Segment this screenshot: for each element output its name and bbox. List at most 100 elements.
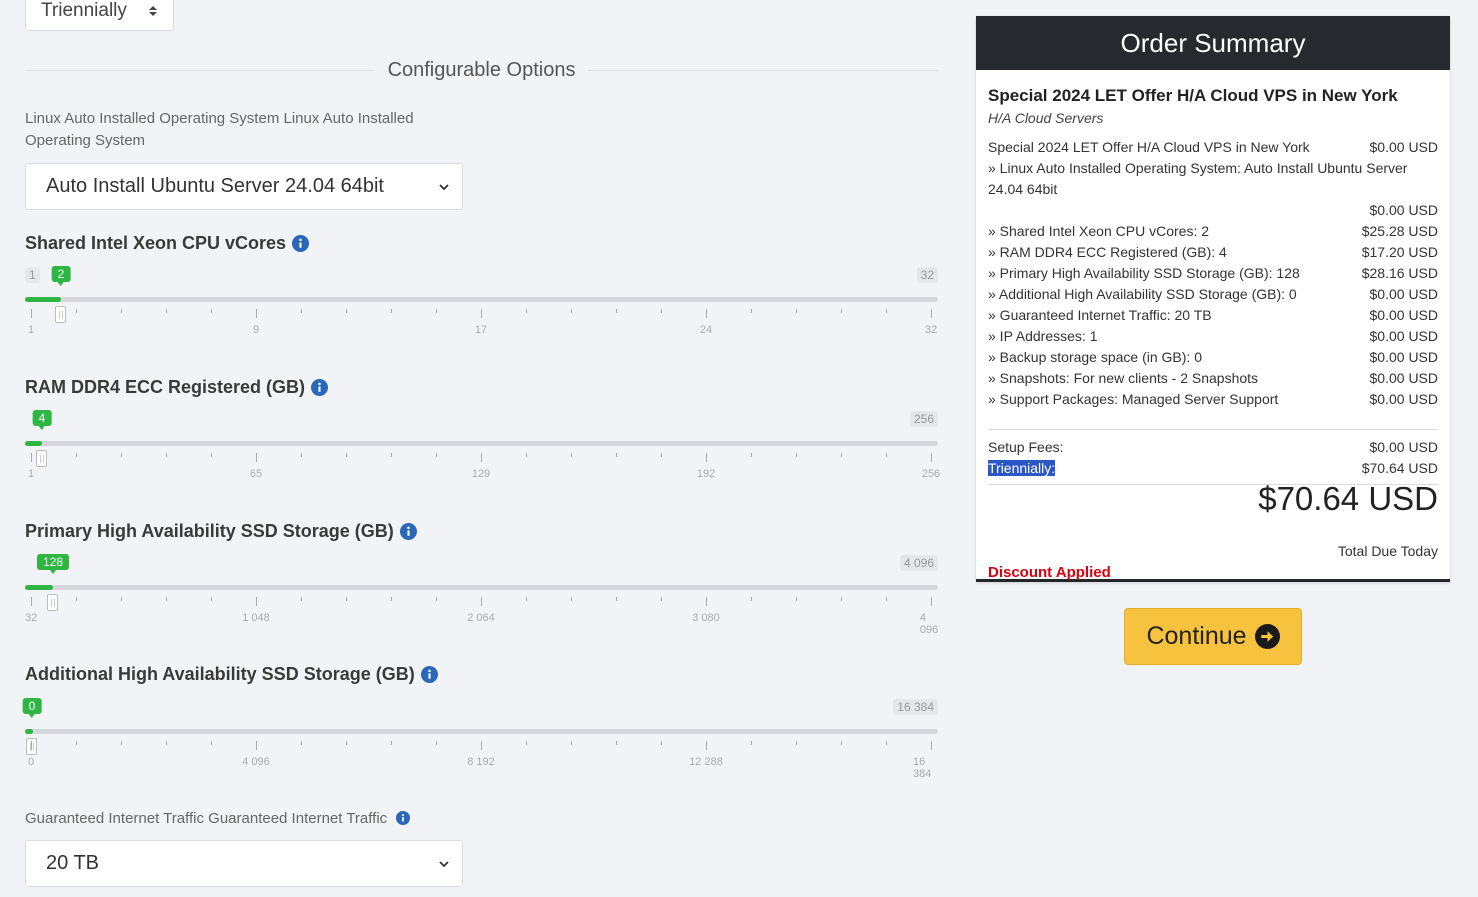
primary-storage-slider[interactable]: 4 096 128 32 1 048 2 064 3 080 4 096 — [25, 554, 938, 636]
slider-tick — [931, 453, 932, 462]
slider-tick — [301, 309, 302, 313]
slider-tick — [481, 741, 482, 750]
slider-tick — [31, 309, 32, 318]
slider-tick — [391, 741, 392, 745]
setup-fee-label: Setup Fees: — [988, 439, 1064, 455]
line-item-label: » Shared Intel Xeon CPU vCores: 2 — [988, 223, 1210, 239]
slider-tick — [211, 597, 212, 601]
summary-line-item: » Backup storage space (in GB): 0 $0.00 U… — [988, 347, 1438, 368]
line-item-label: » Support Packages: Managed Server Suppo… — [988, 391, 1279, 407]
slider-tick — [571, 309, 572, 313]
billing-cycle-row: Triennially: $70.64 USD — [988, 458, 1438, 479]
slider-tick — [346, 597, 347, 601]
os-label: Linux Auto Installed Operating System Li… — [25, 110, 414, 149]
slider-tick — [706, 453, 707, 462]
summary-line-item: » Linux Auto Installed Operating System:… — [988, 158, 1438, 200]
slider-tick — [301, 597, 302, 601]
additional-storage-slider-title: Additional High Availability SSD Storage… — [25, 664, 438, 685]
billing-cycle-label: Triennially: — [988, 460, 1056, 476]
summary-line-item: » Snapshots: For new clients - 2 Snapsho… — [988, 368, 1438, 389]
discount-applied: Discount Applied — [988, 564, 1111, 581]
slider-handle[interactable] — [55, 306, 66, 323]
info-icon[interactable] — [396, 811, 411, 825]
traffic-select[interactable]: 20 TB — [25, 840, 463, 887]
slider-tick — [436, 741, 437, 745]
slider-tick — [391, 453, 392, 457]
slider-tick — [31, 597, 32, 606]
slider-tick — [211, 453, 212, 457]
divider — [25, 69, 375, 71]
os-select[interactable]: Auto Install Ubuntu Server 24.04 64bit — [25, 163, 463, 210]
slider-tick — [661, 453, 662, 457]
info-icon[interactable] — [311, 379, 329, 396]
slider-track[interactable] — [25, 585, 938, 590]
slider-handle[interactable] — [36, 450, 47, 467]
slider-tick — [796, 597, 797, 601]
line-items: Special 2024 LET Offer H/A Cloud VPS in … — [988, 137, 1438, 410]
slider-scale-label: 16 384 — [913, 756, 932, 780]
slider-tick — [76, 597, 77, 601]
slider-tick — [436, 309, 437, 313]
slider-max-label: 32 — [916, 267, 938, 283]
traffic-label-text: Guaranteed Internet Traffic Guaranteed I… — [25, 810, 388, 827]
slider-scale-label: 9 — [252, 324, 260, 336]
slider-tick — [841, 741, 842, 745]
fees: Setup Fees: $0.00 USD Triennially: $70.6… — [988, 437, 1438, 479]
section-title: Configurable Options — [387, 58, 576, 81]
slider-tick — [166, 741, 167, 745]
slider-tick — [256, 597, 257, 606]
slider-scale-label: 12 288 — [689, 756, 723, 768]
slider-fill — [25, 441, 42, 446]
slider-tick — [121, 453, 122, 457]
product-name: Special 2024 LET Offer H/A Cloud VPS in … — [988, 86, 1398, 105]
line-item-label: Special 2024 LET Offer H/A Cloud VPS in … — [988, 139, 1310, 155]
summary-line-item: » Primary High Availability SSD Storage … — [988, 263, 1438, 284]
slider-track[interactable] — [25, 729, 938, 734]
slider-track[interactable] — [25, 297, 938, 302]
setup-fee-row: Setup Fees: $0.00 USD — [988, 437, 1438, 458]
slider-min-label: 1 — [25, 267, 40, 283]
billing-cycle-select[interactable]: Triennially — [25, 0, 174, 31]
slider-tick — [751, 309, 752, 313]
setup-fee-price: $0.00 USD — [1369, 439, 1438, 455]
summary-line-item: » IP Addresses: 1 $0.00 USD — [988, 326, 1438, 347]
slider-tick — [616, 741, 617, 745]
slider-title-text: Additional High Availability SSD Storage… — [25, 664, 415, 684]
ram-slider[interactable]: 256 4 1 65 129 192 256 — [25, 410, 940, 491]
slider-scale-label: 32 — [924, 324, 938, 336]
line-item-price: $0.00 USD — [1369, 307, 1438, 323]
line-item-label: » Linux Auto Installed Operating System:… — [988, 160, 1408, 197]
info-icon[interactable] — [399, 523, 417, 540]
slider-tick — [256, 741, 257, 750]
slider-scale-label: 1 — [28, 468, 35, 480]
slider-title-text: RAM DDR4 ECC Registered (GB) — [25, 377, 306, 397]
slider-tick — [31, 741, 32, 750]
line-item-price: $17.20 USD — [1361, 244, 1438, 260]
slider-tick — [256, 453, 257, 462]
line-item-price: $28.16 USD — [1361, 265, 1438, 281]
line-item-label: » Guaranteed Internet Traffic: 20 TB — [988, 307, 1212, 323]
cpu-slider-title: Shared Intel Xeon CPU vCores — [25, 233, 310, 254]
slider-tick — [211, 741, 212, 745]
slider-tick — [571, 453, 572, 457]
slider-tick — [301, 453, 302, 457]
slider-track[interactable] — [25, 441, 938, 446]
primary-storage-slider-title: Primary High Availability SSD Storage (G… — [25, 521, 417, 542]
info-icon[interactable] — [420, 666, 438, 683]
slider-tick — [166, 597, 167, 601]
continue-button[interactable]: Continue — [1124, 608, 1302, 665]
slider-tick — [121, 309, 122, 313]
slider-scale-label: 65 — [249, 468, 263, 480]
slider-tick — [751, 741, 752, 745]
line-item-price: $0.00 USD — [1369, 370, 1438, 386]
slider-handle[interactable] — [47, 594, 58, 611]
chevron-down-icon — [439, 860, 449, 867]
slider-fill — [25, 297, 61, 302]
slider-tick — [526, 597, 527, 601]
info-icon[interactable] — [292, 235, 310, 252]
slider-tick — [31, 453, 32, 462]
additional-storage-slider[interactable]: 16 384 0 0 4 096 8 192 12 288 16 384 — [22, 698, 938, 780]
slider-tick — [571, 741, 572, 745]
slider-scale-label: 0 — [28, 756, 35, 768]
cpu-slider[interactable]: 1 32 2 1 9 17 24 32 — [25, 266, 938, 347]
